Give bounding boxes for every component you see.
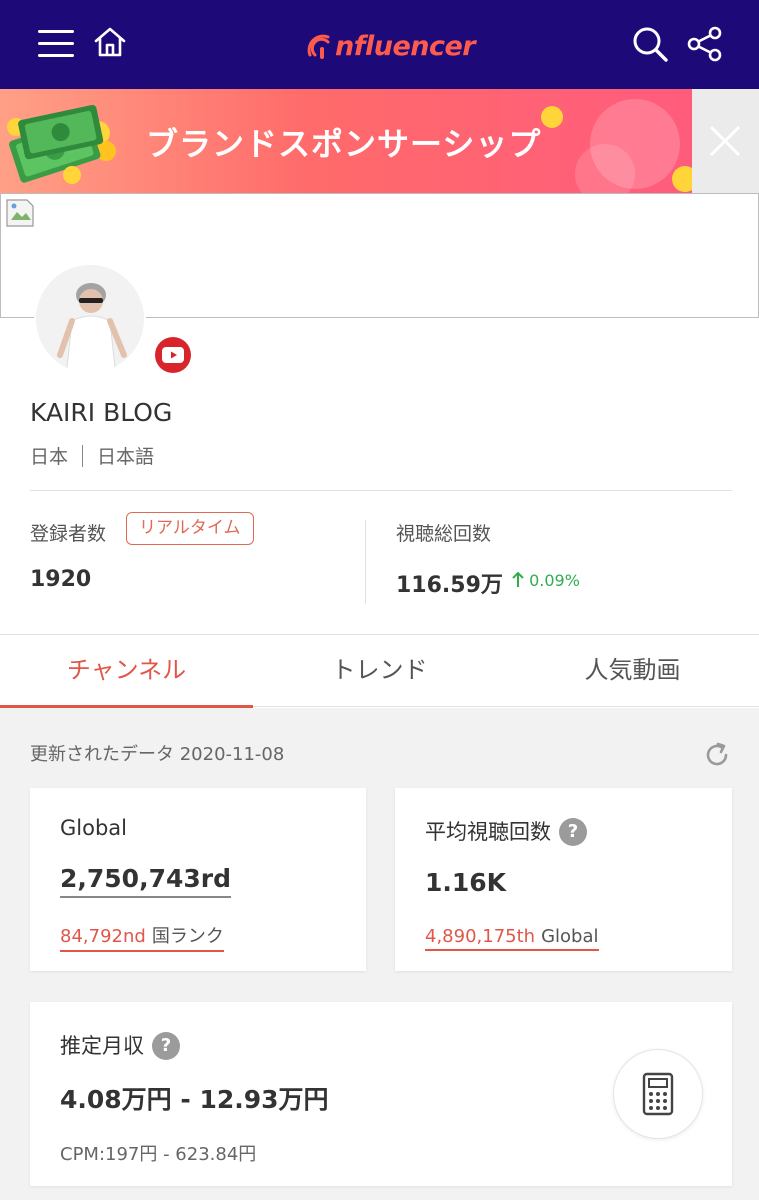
global-views-rank-label: Global: [541, 926, 599, 947]
help-icon[interactable]: ?: [559, 818, 587, 846]
subscribers-value: 1920: [30, 567, 92, 592]
share-icon[interactable]: [685, 24, 725, 64]
updated-date: 更新されたデータ 2020-11-08: [30, 744, 285, 765]
calculator-button[interactable]: [613, 1049, 703, 1139]
arrow-up-icon: [512, 571, 524, 587]
meta-separator: [82, 445, 84, 467]
monthly-income-value: 4.08万円 - 12.93万円: [60, 1085, 329, 1114]
logo-text: nfluencer: [335, 30, 476, 62]
home-icon[interactable]: [92, 24, 128, 60]
tab-label: トレンド: [331, 656, 428, 684]
global-rank-text: 2,750,743rd: [60, 864, 231, 898]
global-rank-value: 2,750,743rd: [60, 864, 231, 898]
country-rank-value: 84,792nd: [60, 926, 146, 947]
refresh-icon[interactable]: [703, 741, 731, 769]
card-title: 推定月収?: [60, 1030, 180, 1060]
total-views-value: 116.59万: [396, 573, 503, 598]
tab-label: 人気動画: [584, 656, 681, 684]
stats-divider: [365, 520, 366, 604]
youtube-badge: [154, 336, 192, 374]
channel-avatar[interactable]: [34, 263, 146, 375]
country-label: 日本: [30, 446, 69, 468]
youtube-icon: [162, 347, 184, 363]
country-rank-label: 国ランク: [151, 926, 224, 947]
tab-channel[interactable]: チャンネル: [0, 635, 253, 708]
close-icon: [709, 125, 741, 157]
banner-close-button[interactable]: [692, 89, 759, 193]
global-views-rank-value: 4,890,175th: [425, 926, 536, 947]
cpm-range: CPM:197円 - 623.84円: [60, 1144, 257, 1165]
avg-views-title: 平均視聴回数: [425, 820, 551, 844]
calculator-icon: [642, 1072, 674, 1116]
banner-title: ブランドスポンサーシップ: [146, 125, 542, 163]
avg-views-card: 平均視聴回数? 1.16K 4,890,175th Global: [395, 788, 732, 971]
subscribers-label: 登録者数: [30, 523, 107, 545]
divider: [30, 490, 732, 491]
help-icon[interactable]: ?: [152, 1032, 180, 1060]
avatar-photo: [36, 265, 144, 373]
total-views-label: 視聴総回数: [396, 523, 492, 545]
influencer-logo[interactable]: nfluencer: [304, 26, 476, 66]
banner-coin: [541, 106, 563, 128]
card-title: 平均視聴回数?: [425, 816, 587, 846]
menu-icon[interactable]: [38, 28, 74, 58]
avg-views-value: 1.16K: [425, 868, 507, 897]
top-nav-bar: nfluencer: [0, 0, 759, 89]
channel-name: KAIRI BLOG: [30, 398, 173, 427]
money-icon: [7, 104, 116, 184]
global-views-rank-link[interactable]: 4,890,175th Global: [425, 926, 599, 951]
channel-meta: 日本 日本語: [30, 442, 154, 469]
broken-image-icon: [6, 199, 34, 227]
views-growth-value: 0.09%: [529, 571, 580, 590]
monthly-income-title: 推定月収: [60, 1034, 144, 1058]
global-rank-card: Global 2,750,743rd 84,792nd 国ランク: [30, 788, 366, 971]
search-icon[interactable]: [630, 24, 670, 64]
language-label: 日本語: [97, 446, 155, 468]
country-rank-link[interactable]: 84,792nd 国ランク: [60, 922, 224, 952]
views-growth: 0.09%: [512, 571, 580, 590]
banner-coin: [672, 166, 692, 192]
tab-trend[interactable]: トレンド: [253, 635, 506, 707]
card-title: Global: [60, 816, 127, 840]
tab-label: チャンネル: [66, 656, 187, 684]
sponsorship-banner[interactable]: ブランドスポンサーシップ: [0, 89, 692, 193]
tab-bar: チャンネル トレンド 人気動画: [0, 634, 759, 708]
realtime-badge[interactable]: リアルタイム: [126, 512, 254, 545]
tab-popular-videos[interactable]: 人気動画: [506, 635, 759, 707]
signal-logo-icon: [307, 34, 330, 59]
